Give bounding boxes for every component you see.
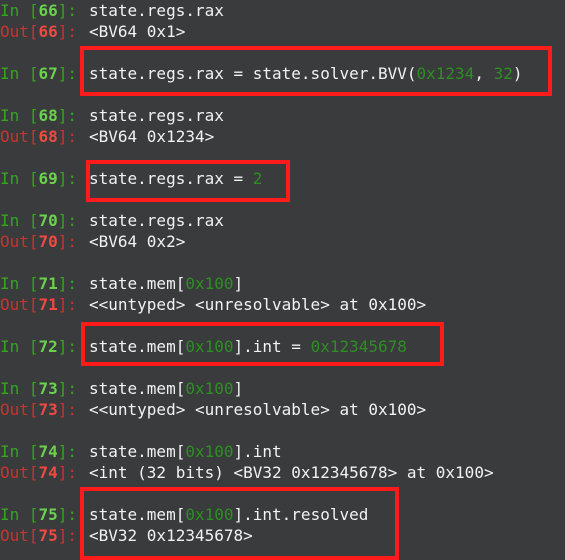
code-token: state.mem[	[89, 505, 186, 524]
prompt-number: 75	[38, 505, 58, 524]
output-prompt: Out[73]:	[0, 400, 87, 419]
prompt-number: 73	[38, 379, 58, 398]
output-prompt: Out[66]:	[0, 22, 87, 41]
code-token: state.mem[	[89, 337, 186, 356]
output-value: <<untyped> <unresolvable> at 0x100>	[89, 295, 427, 314]
input-prompt: In [69]:	[0, 169, 87, 188]
input-code[interactable]: state.regs.rax	[89, 106, 224, 125]
numeric-literal: 0x100	[185, 337, 234, 356]
input-prompt: In [73]:	[0, 379, 87, 398]
code-token: state.regs.rax	[89, 211, 224, 230]
prompt-number: 71	[38, 295, 58, 314]
output-prompt: Out[70]:	[0, 232, 87, 251]
output-prompt: Out[74]:	[0, 463, 87, 482]
code-token: ]	[233, 379, 244, 398]
input-prompt: In [66]:	[0, 1, 87, 20]
output-prompt: Out[75]:	[0, 526, 87, 545]
prompt-number: 68	[38, 127, 58, 146]
prompt-number: 75	[38, 526, 58, 545]
prompt-number: 71	[38, 274, 58, 293]
input-code[interactable]: state.regs.rax = state.solver.BVV(0x1234…	[89, 64, 522, 83]
code-token: ].int	[233, 442, 282, 461]
input-line[interactable]: In [70]: state.regs.rax	[0, 210, 224, 231]
input-line[interactable]: In [66]: state.regs.rax	[0, 0, 224, 21]
input-prompt: In [72]:	[0, 337, 87, 356]
input-prompt: In [70]:	[0, 211, 87, 230]
input-line[interactable]: In [74]: state.mem[0x100].int	[0, 441, 282, 462]
output-value: <BV64 0x1234>	[89, 127, 215, 146]
input-line[interactable]: In [72]: state.mem[0x100].int = 0x123456…	[0, 336, 407, 357]
code-token: ].int.resolved	[233, 505, 369, 524]
output-line: Out[66]: <BV64 0x1>	[0, 21, 185, 42]
output-value: <BV64 0x2>	[89, 232, 186, 251]
input-prompt: In [75]:	[0, 505, 87, 524]
output-line: Out[68]: <BV64 0x1234>	[0, 126, 214, 147]
prompt-number: 70	[38, 232, 58, 251]
prompt-number: 66	[38, 1, 58, 20]
numeric-literal: 0x100	[185, 379, 234, 398]
code-token: state.mem[	[89, 379, 186, 398]
input-code[interactable]: state.regs.rax = 2	[89, 169, 262, 188]
ipython-console: In [66]: state.regs.rax Out[66]: <BV64 0x…	[0, 0, 565, 560]
input-code[interactable]: state.mem[0x100]	[89, 274, 243, 293]
prompt-number: 66	[38, 22, 58, 41]
prompt-number: 67	[38, 64, 58, 83]
output-line: Out[71]: <<untyped> <unresolvable> at 0x…	[0, 294, 426, 315]
input-prompt: In [71]:	[0, 274, 87, 293]
input-code[interactable]: state.mem[0x100].int.resolved	[89, 505, 368, 524]
output-line: Out[75]: <BV32 0x12345678>	[0, 525, 253, 546]
numeric-literal: 0x100	[185, 442, 234, 461]
output-prompt: Out[71]:	[0, 295, 87, 314]
output-value: <int (32 bits) <BV32 0x12345678> at 0x10…	[89, 463, 494, 482]
input-line[interactable]: In [68]: state.regs.rax	[0, 105, 224, 126]
numeric-literal: 0x100	[185, 274, 234, 293]
input-code[interactable]: state.mem[0x100].int	[89, 442, 282, 461]
prompt-number: 69	[38, 169, 58, 188]
output-value: <<untyped> <unresolvable> at 0x100>	[89, 400, 427, 419]
input-line[interactable]: In [71]: state.mem[0x100]	[0, 273, 243, 294]
output-value: <BV32 0x12345678>	[89, 526, 253, 545]
code-token: state.regs.rax	[89, 1, 224, 20]
code-token: ]	[233, 274, 244, 293]
numeric-literal: 0x12345678	[310, 337, 407, 356]
code-token: state.regs.rax = state.solver.BVV(	[89, 64, 417, 83]
input-code[interactable]: state.regs.rax	[89, 1, 224, 20]
code-token: ,	[474, 64, 494, 83]
prompt-number: 68	[38, 106, 58, 125]
prompt-number: 70	[38, 211, 58, 230]
input-prompt: In [67]:	[0, 64, 87, 83]
input-line[interactable]: In [67]: state.regs.rax = state.solver.B…	[0, 63, 522, 84]
prompt-number: 74	[38, 442, 58, 461]
input-code[interactable]: state.mem[0x100]	[89, 379, 243, 398]
code-token: state.mem[	[89, 442, 186, 461]
numeric-literal: 0x1234	[416, 64, 475, 83]
code-token: )	[512, 64, 523, 83]
input-line[interactable]: In [75]: state.mem[0x100].int.resolved	[0, 504, 368, 525]
code-token: ].int =	[233, 337, 311, 356]
numeric-literal: 32	[493, 64, 513, 83]
prompt-number: 74	[38, 463, 58, 482]
input-code[interactable]: state.regs.rax	[89, 211, 224, 230]
input-prompt: In [68]:	[0, 106, 87, 125]
input-line[interactable]: In [73]: state.mem[0x100]	[0, 378, 243, 399]
code-token: state.mem[	[89, 274, 186, 293]
code-token: state.regs.rax	[89, 106, 224, 125]
input-prompt: In [74]:	[0, 442, 87, 461]
output-line: Out[70]: <BV64 0x2>	[0, 231, 185, 252]
prompt-number: 73	[38, 400, 58, 419]
code-token: state.regs.rax =	[89, 169, 253, 188]
output-value: <BV64 0x1>	[89, 22, 186, 41]
numeric-literal: 0x100	[185, 505, 234, 524]
numeric-literal: 2	[252, 169, 263, 188]
output-line: Out[74]: <int (32 bits) <BV32 0x12345678…	[0, 462, 494, 483]
output-prompt: Out[68]:	[0, 127, 87, 146]
output-line: Out[73]: <<untyped> <unresolvable> at 0x…	[0, 399, 426, 420]
input-line[interactable]: In [69]: state.regs.rax = 2	[0, 168, 262, 189]
input-code[interactable]: state.mem[0x100].int = 0x12345678	[89, 337, 407, 356]
prompt-number: 72	[38, 337, 58, 356]
